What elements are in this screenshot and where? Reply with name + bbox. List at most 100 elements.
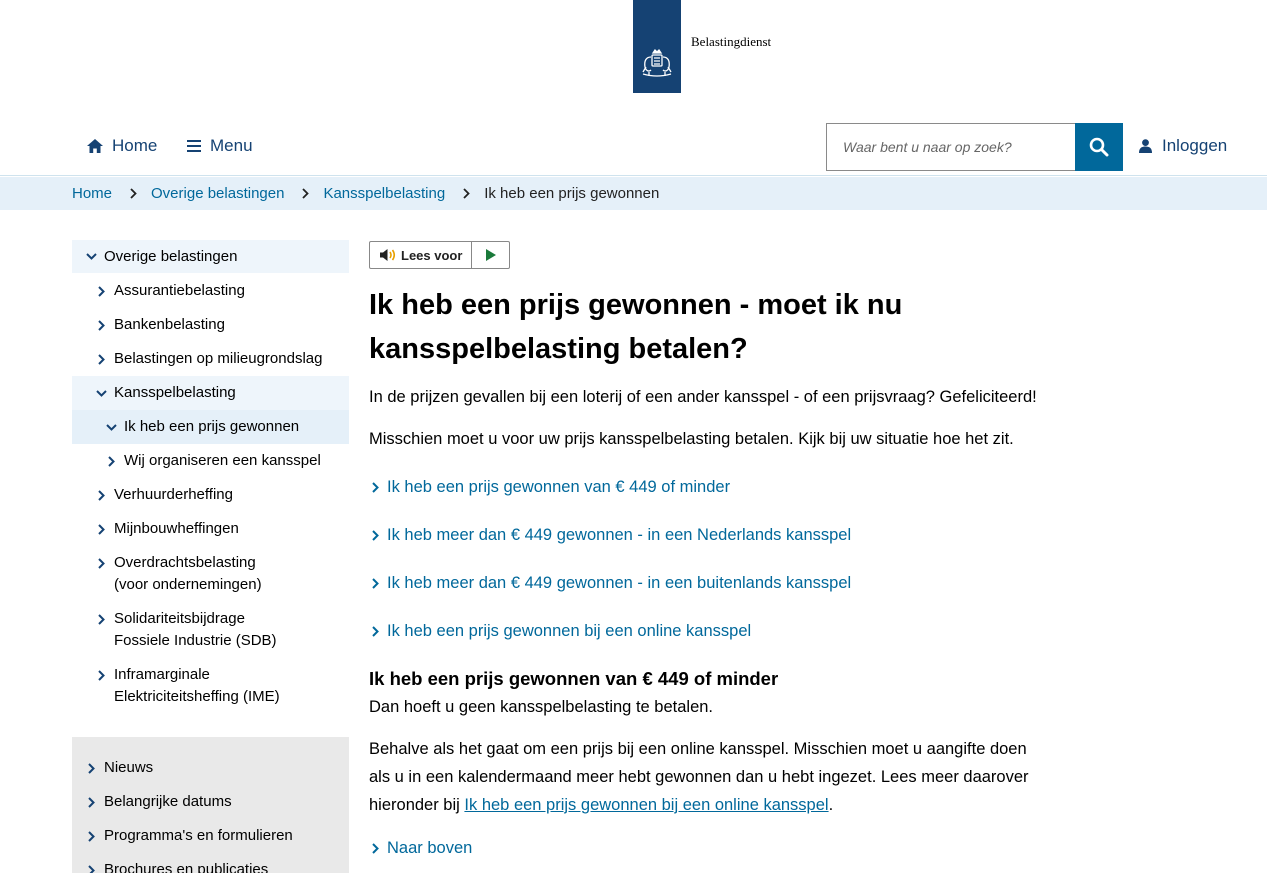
sidebar-item-sdb[interactable]: Solidariteitsbijdrage Fossiele Industrie… (72, 602, 349, 658)
sidebar-item-prijs-gewonnen[interactable]: Ik heb een prijs gewonnen (72, 410, 349, 444)
sidebar-item-label: Wij organiseren een kansspel (124, 452, 321, 469)
search-form (826, 123, 1123, 171)
logo-label: Belastingdienst (691, 33, 772, 49)
chevron-down-icon (104, 416, 118, 438)
sidebar-item-overige-belastingen[interactable]: Overige belastingen (72, 240, 349, 273)
sidebar-item-mijnbouwheffingen[interactable]: Mijnbouwheffingen (72, 512, 349, 546)
intro-paragraph-1: In de prijzen gevallen bij een loterij o… (369, 388, 1037, 406)
breadcrumb-kansspelbelasting[interactable]: Kansspelbelasting (323, 185, 445, 202)
home-icon (87, 139, 103, 153)
sidebar-item-label: Assurantiebelasting (114, 282, 245, 299)
breadcrumb-current: Ik heb een prijs gewonnen (484, 185, 660, 202)
chevron-right-icon (84, 791, 98, 813)
search-input[interactable] (826, 123, 1075, 171)
sidebar-item-label: Overige belastingen (104, 247, 238, 265)
toc-link-label: Ik heb een prijs gewonnen bij een online… (387, 621, 752, 640)
nav-home-link[interactable]: Home (87, 136, 157, 156)
chevron-right-icon (94, 518, 108, 540)
chevron-right-icon (104, 450, 118, 472)
sidebar-item-kansspel-organiseren[interactable]: Wij organiseren een kansspel (72, 444, 349, 478)
sidebar-item-label: Inframarginale Elektriciteitsheffing (IM… (114, 666, 280, 705)
page-title: Ik heb een prijs gewonnen - moet ik nu k… (369, 289, 903, 365)
toc-link-label: Ik heb een prijs gewonnen van € 449 of m… (387, 477, 731, 496)
back-to-top-link[interactable]: Naar boven (369, 835, 1049, 861)
nav-home-label: Home (112, 136, 158, 155)
chevron-right-icon (94, 484, 108, 506)
sidebar-item-label: Mijnbouwheffingen (114, 520, 239, 537)
read-aloud-widget: Lees voor (369, 241, 511, 269)
logo[interactable]: Belastingdienst (633, 0, 771, 93)
chevron-right-icon (94, 608, 108, 630)
chevron-right-icon (302, 188, 310, 199)
play-button[interactable] (472, 242, 509, 268)
sidebar-item-programmas-formulieren[interactable]: Programma's en formulieren (72, 819, 349, 853)
chevron-down-icon (94, 382, 108, 404)
chevron-right-icon (463, 188, 470, 199)
sidebar-item-nieuws[interactable]: Nieuws (72, 751, 349, 785)
chevron-right-icon (372, 625, 379, 637)
sidebar-item-label: Kansspelbelasting (114, 384, 236, 401)
sidebar-item-label: Bankenbelasting (114, 316, 225, 333)
toc-link-label: Ik heb meer dan € 449 gewonnen - in een … (387, 525, 852, 544)
sidebar-item-label: Brochures en publicaties (104, 861, 269, 873)
sidebar-nav: Overige belastingen Assurantiebelasting … (72, 240, 349, 714)
main-nav: Home Menu Inloggen (0, 120, 1267, 176)
sidebar-item-label: Belastingen op milieugrondslag (114, 350, 323, 367)
nav-menu-label: Menu (210, 136, 253, 155)
chevron-right-icon (94, 664, 108, 686)
breadcrumb: Home Overige belastingen Kansspelbelasti… (0, 177, 1267, 210)
section-paragraph-2-end: . (828, 796, 834, 814)
chevron-right-icon (94, 280, 108, 302)
chevron-right-icon (372, 842, 379, 854)
online-kansspel-link[interactable]: Ik heb een prijs gewonnen bij een online… (464, 796, 828, 814)
sidebar-item-belangrijke-datums[interactable]: Belangrijke datums (72, 785, 349, 819)
nav-menu-button[interactable]: Menu (187, 136, 253, 156)
sidebar-item-ime[interactable]: Inframarginale Elektriciteitsheffing (IM… (72, 658, 349, 714)
breadcrumb-overige-belastingen[interactable]: Overige belastingen (151, 185, 284, 202)
chevron-right-icon (94, 552, 108, 574)
speaker-icon (380, 249, 396, 261)
sidebar-item-label: Overdrachtsbelasting (voor ondernemingen… (114, 554, 262, 593)
chevron-right-icon (372, 577, 379, 589)
chevron-right-icon (84, 859, 98, 873)
chevron-right-icon (94, 348, 108, 370)
hamburger-icon (187, 140, 201, 152)
chevron-down-icon (84, 246, 98, 268)
chevron-right-icon (372, 481, 379, 493)
sidebar-item-kansspelbelasting[interactable]: Kansspelbelasting (72, 376, 349, 410)
login-label: Inloggen (1162, 136, 1228, 155)
sidebar-item-label: Ik heb een prijs gewonnen (124, 418, 300, 435)
toc-link[interactable]: Ik heb meer dan € 449 gewonnen - in een … (369, 569, 1049, 597)
toc-link[interactable]: Ik heb een prijs gewonnen van € 449 of m… (369, 473, 1049, 501)
table-of-contents: Ik heb een prijs gewonnen van € 449 of m… (369, 473, 1049, 645)
sidebar-secondary-nav: Nieuws Belangrijke datums Programma's en… (72, 737, 349, 873)
toc-link[interactable]: Ik heb een prijs gewonnen bij een online… (369, 617, 1049, 645)
read-aloud-label: Lees voor (401, 247, 463, 263)
sidebar-item-bankenbelasting[interactable]: Bankenbelasting (72, 308, 349, 342)
toc-link[interactable]: Ik heb meer dan € 449 gewonnen - in een … (369, 521, 1049, 549)
chevron-right-icon (372, 529, 379, 541)
back-to-top-label: Naar boven (387, 838, 473, 857)
sidebar-item-overdrachtsbelasting[interactable]: Overdrachtsbelasting (voor ondernemingen… (72, 546, 349, 602)
sidebar-item-verhuurderheffing[interactable]: Verhuurderheffing (72, 478, 349, 512)
intro-paragraph-2: Misschien moet u voor uw prijs kansspelb… (369, 430, 1014, 448)
sidebar-item-label: Verhuurderheffing (114, 486, 233, 503)
chevron-right-icon (84, 757, 98, 779)
sidebar-item-milieugrondslag[interactable]: Belastingen op milieugrondslag (72, 342, 349, 376)
sidebar-item-label: Belangrijke datums (104, 793, 232, 810)
sidebar-item-brochures[interactable]: Brochures en publicaties (72, 853, 349, 873)
play-icon (486, 249, 497, 261)
breadcrumb-home[interactable]: Home (72, 185, 112, 202)
user-icon (1139, 139, 1152, 153)
section-paragraph-1: Dan hoeft u geen kansspelbelasting te be… (369, 698, 714, 716)
section-heading: Ik heb een prijs gewonnen van € 449 of m… (369, 668, 779, 689)
coat-of-arms-icon (642, 48, 672, 77)
sidebar-item-assurantiebelasting[interactable]: Assurantiebelasting (72, 274, 349, 308)
main-content: Lees voor Ik heb een prijs gewonnen - mo… (369, 241, 1049, 861)
read-aloud-button[interactable]: Lees voor (370, 242, 473, 268)
chevron-right-icon (84, 825, 98, 847)
search-button[interactable] (1075, 123, 1123, 171)
login-link[interactable]: Inloggen (1139, 136, 1227, 156)
sidebar-item-label: Programma's en formulieren (104, 827, 293, 844)
section-paragraph-2: Behalve als het gaat om een prijs bij ee… (369, 735, 1029, 819)
